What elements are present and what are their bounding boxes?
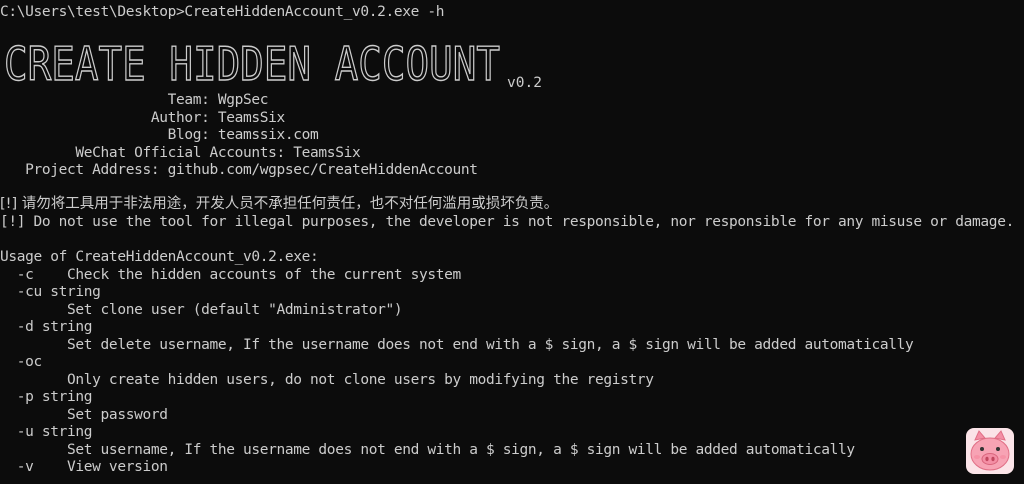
usage-line: -oc (0, 354, 43, 370)
usage-line: -d string (0, 319, 93, 335)
usage-line: -u string (0, 424, 93, 440)
usage-line: Set password (0, 406, 168, 423)
pig-icon[interactable] (966, 428, 1014, 474)
usage-line: Set delete username, If the username doe… (0, 336, 914, 353)
terminal-window[interactable]: C:\Users\test\Desktop>CreateHiddenAccoun… (0, 0, 1024, 484)
info-blog: Blog: teamssix.com (0, 127, 319, 143)
info-author: Author: TeamsSix (0, 109, 285, 126)
usage-line: -cu string (0, 284, 101, 300)
banner-title: CREATE HIDDEN ACCOUNT (4, 42, 500, 86)
banner-version: v0.2 (507, 75, 542, 91)
usage-line: Set username, If the username does not e… (0, 441, 855, 458)
ascii-banner: CREATE HIDDEN ACCOUNT (3, 36, 504, 91)
command-line: C:\Users\test\Desktop>CreateHiddenAccoun… (0, 4, 445, 20)
warning-cn: [!] 请勿将工具用于非法用途，开发人员不承担任何责任，也不对任何滥用或损坏负责… (0, 196, 559, 212)
info-team: Team: WgpSec (0, 92, 269, 108)
usage-line: -v View version (0, 459, 168, 475)
info-project: Project Address: github.com/wgpsec/Creat… (0, 162, 478, 178)
usage-line: -c Check the hidden accounts of the curr… (0, 266, 461, 283)
usage-line: -p string (0, 389, 93, 405)
info-wechat: WeChat Official Accounts: TeamsSix (0, 144, 361, 161)
usage-line: Only create hidden users, do not clone u… (0, 371, 654, 388)
usage-line: Set clone user (default "Administrator") (0, 301, 403, 318)
warning-en: [!] Do not use the tool for illegal purp… (0, 214, 1014, 230)
usage-header: Usage of CreateHiddenAccount_v0.2.exe: (0, 249, 319, 265)
